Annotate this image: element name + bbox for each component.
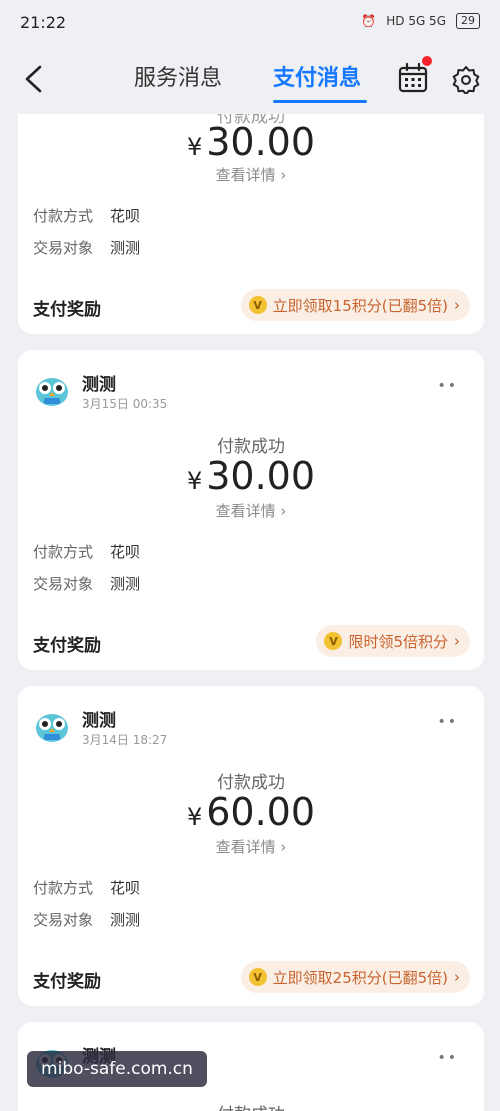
more-options-icon[interactable]: ••	[437, 714, 458, 730]
back-arrow-icon[interactable]	[22, 64, 46, 94]
currency-symbol: ¥	[186, 467, 203, 495]
currency-symbol: ¥	[186, 133, 203, 161]
battery-icon: 29	[456, 13, 480, 29]
view-details-label: 查看详情	[215, 838, 276, 856]
payment-card[interactable]: 测测 3月14日 18:27 •• 付款成功 ¥60.00 查看详情 › 付款方…	[18, 686, 484, 1006]
notification-dot	[422, 56, 432, 66]
gear-icon[interactable]	[451, 64, 481, 94]
currency-symbol: ¥	[186, 803, 203, 831]
payment-reward-title: 支付奖励	[33, 972, 101, 992]
payment-method-label: 付款方式	[33, 207, 94, 225]
counterparty-label: 交易对象	[33, 239, 94, 257]
reward-text: 立即领取15积分(已翻5倍)	[272, 296, 448, 315]
payment-reward-title: 支付奖励	[33, 636, 101, 656]
chevron-right-icon: ›	[275, 838, 287, 856]
coin-icon: V	[324, 632, 343, 650]
active-tab-indicator	[273, 100, 367, 103]
alarm-icon: ⏰	[361, 14, 377, 28]
payment-amount: ¥30.00	[18, 120, 484, 164]
counterparty-value: 测测	[110, 911, 141, 929]
status-icons: ⏰ HD 5G 5G 29	[361, 13, 480, 29]
more-options-icon[interactable]: ••	[437, 1050, 458, 1066]
payment-amount: ¥60.00	[18, 790, 484, 834]
chevron-right-icon: ›	[454, 632, 460, 650]
calendar-icon[interactable]	[397, 62, 429, 94]
amount-value: 30.00	[206, 454, 316, 498]
reward-claim-button[interactable]: V 立即领取15积分(已翻5倍) ›	[240, 289, 470, 321]
watermark-label: mibo-safe.com.cn	[27, 1051, 207, 1087]
reward-claim-button[interactable]: V 限时领5倍积分 ›	[316, 625, 470, 657]
chevron-right-icon: ›	[275, 502, 287, 520]
amount-value: 30.00	[206, 120, 316, 164]
counterparty-value: 测测	[110, 239, 141, 257]
payment-method-label: 付款方式	[33, 543, 94, 561]
signal-text: HD 5G 5G	[386, 14, 446, 28]
tab-service-messages[interactable]: 服务消息	[134, 60, 222, 92]
payment-card[interactable]: 测测 3月15日 00:35 •• 付款成功 ¥30.00 查看详情 › 付款方…	[18, 350, 484, 670]
payment-status: 付款成功	[18, 1100, 484, 1111]
tab-payment-messages[interactable]: 支付消息	[273, 60, 361, 92]
counterparty-label: 交易对象	[33, 911, 94, 929]
chevron-right-icon: ›	[275, 166, 287, 184]
status-time: 21:22	[20, 13, 67, 32]
view-details-label: 查看详情	[215, 166, 276, 184]
owl-avatar-icon	[36, 378, 68, 406]
reward-text: 立即领取25积分(已翻5倍)	[272, 968, 448, 987]
counterparty-value: 测测	[110, 575, 141, 593]
view-details-link[interactable]: 查看详情 ›	[18, 836, 484, 857]
view-details-link[interactable]: 查看详情 ›	[18, 164, 484, 185]
reward-claim-button[interactable]: V 立即领取25积分(已翻5倍) ›	[240, 961, 470, 993]
coin-icon: V	[248, 296, 267, 314]
payment-time: 3月15日 00:35	[82, 397, 168, 411]
counterparty-label: 交易对象	[33, 575, 94, 593]
payment-method-value: 花呗	[110, 543, 141, 561]
merchant-name: 测测	[82, 375, 116, 395]
chevron-right-icon: ›	[454, 968, 460, 986]
nav-bar: 服务消息 支付消息	[0, 46, 500, 114]
payment-method-value: 花呗	[110, 207, 141, 225]
payment-method-label: 付款方式	[33, 879, 94, 897]
payment-time: 3月14日 18:27	[82, 733, 168, 747]
coin-icon: V	[248, 968, 267, 986]
view-details-link[interactable]: 查看详情 ›	[18, 500, 484, 521]
owl-avatar-icon	[36, 714, 68, 742]
amount-value: 60.00	[206, 790, 316, 834]
status-bar: 21:22 ⏰ HD 5G 5G 29	[0, 0, 500, 46]
view-details-label: 查看详情	[215, 502, 276, 520]
payment-reward-title: 支付奖励	[33, 300, 101, 320]
payment-card[interactable]: 付款成功 ¥30.00 查看详情 › 付款方式 花呗 交易对象 测测 支付奖励 …	[18, 114, 484, 334]
more-options-icon[interactable]: ••	[437, 378, 458, 394]
payment-amount: ¥30.00	[18, 454, 484, 498]
chevron-right-icon: ›	[454, 296, 460, 314]
merchant-name: 测测	[82, 711, 116, 731]
payment-method-value: 花呗	[110, 879, 141, 897]
reward-text: 限时领5倍积分	[348, 632, 448, 651]
